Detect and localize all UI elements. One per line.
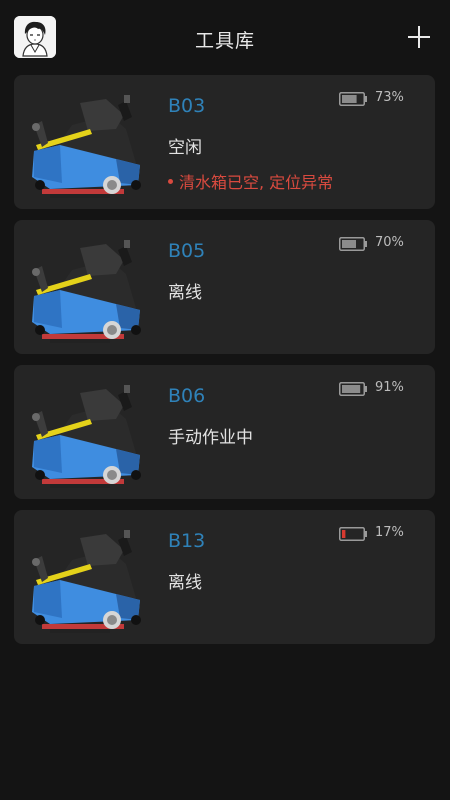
device-name: B03: [168, 95, 206, 117]
device-card-b06[interactable]: B06 手动作业中 91%: [14, 365, 435, 499]
device-status: 手动作业中: [168, 428, 253, 448]
device-card-b03[interactable]: B03 空闲 73% 清水箱已空, 定位异常: [14, 75, 435, 209]
device-card-b05[interactable]: B05 离线 70%: [14, 220, 435, 354]
battery-percentage: 73%: [375, 90, 404, 105]
battery-icon: [339, 382, 367, 396]
battery-percentage: 91%: [375, 380, 404, 395]
battery-percentage: 70%: [375, 235, 404, 250]
page-title: 工具库: [194, 30, 255, 52]
scrubber-machine-image: [32, 240, 141, 343]
scrubber-machine-image: [32, 95, 141, 198]
battery-icon: [339, 237, 367, 251]
device-name: B13: [168, 530, 206, 552]
add-icon[interactable]: [408, 26, 430, 48]
device-alert-text: 清水箱已空, 定位异常: [179, 173, 334, 192]
device-card-b13[interactable]: B13 离线 17%: [14, 510, 435, 644]
device-name: B06: [168, 385, 206, 407]
device-name: B05: [168, 240, 206, 262]
battery-icon: [339, 92, 367, 106]
scrubber-machine-image: [32, 530, 141, 633]
alert-dot-icon: [168, 179, 173, 184]
device-status: 离线: [168, 283, 202, 303]
device-status: 空闲: [168, 138, 202, 158]
scrubber-machine-image: [32, 385, 141, 488]
battery-percentage: 17%: [375, 525, 404, 540]
device-alert: 清水箱已空, 定位异常: [168, 169, 333, 193]
app-header: 工具库: [0, 0, 450, 75]
device-status: 离线: [168, 573, 202, 593]
battery-icon: [339, 527, 367, 541]
